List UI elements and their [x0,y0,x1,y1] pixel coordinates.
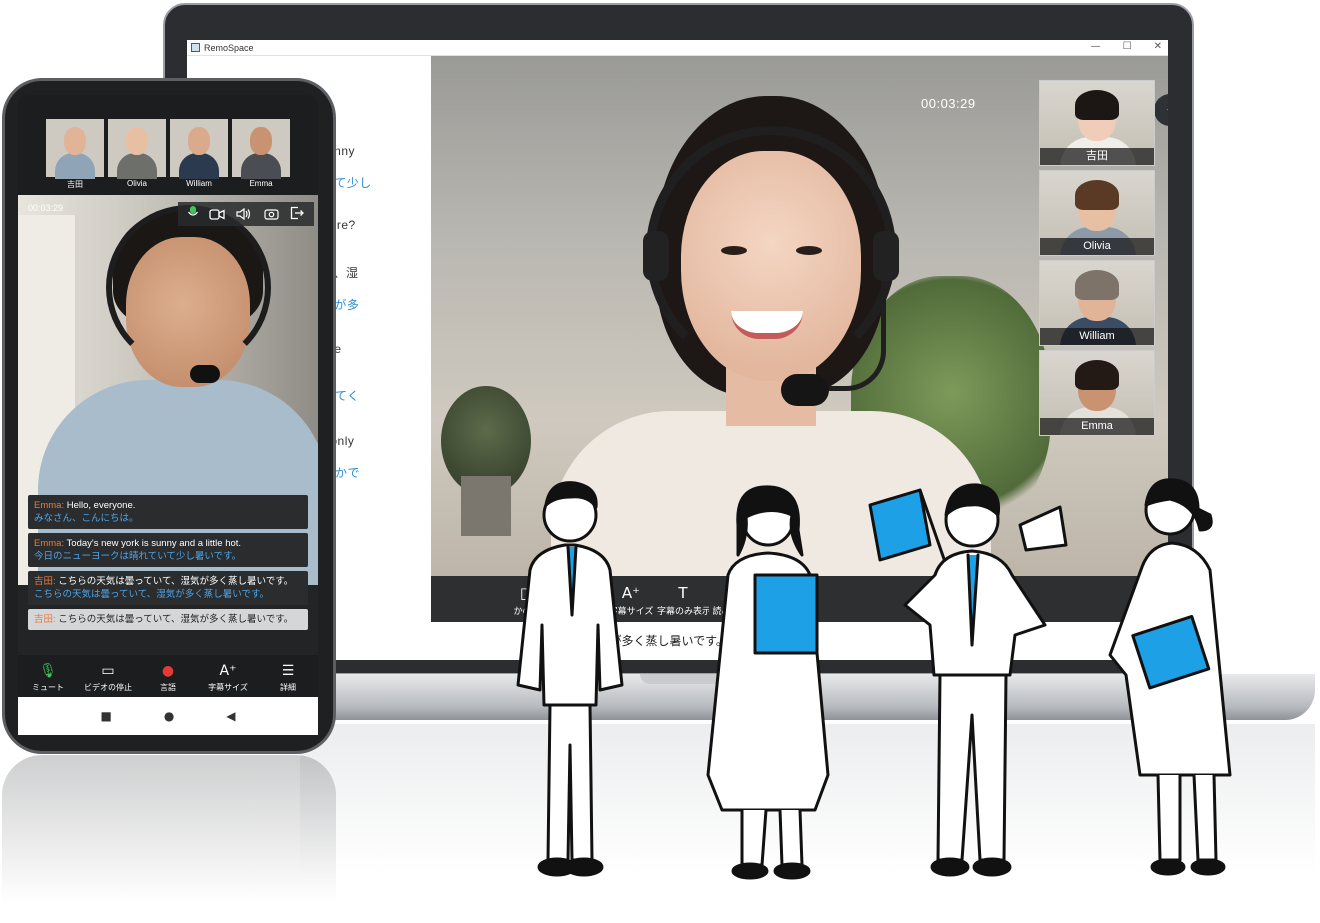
window-controls: — ☐ ✕ [1091,41,1162,52]
message-original: Today's new york is sunny and a little h… [64,538,242,549]
participant-name: 吉田 [67,180,83,189]
participant-body [117,153,157,179]
participant-name: 吉田 [1040,148,1154,165]
speaker-name: 吉田: [34,576,56,587]
home-button[interactable]: ● [164,709,174,723]
mic-icon[interactable] [187,205,198,224]
folder-woman-illustration [1108,478,1232,876]
message-translation: 今日のニューヨークは晴れていて少し暑いです。 [34,551,242,562]
participant-list: 吉田 Olivia William Emma [1039,80,1155,440]
back-button[interactable]: ◀ [226,709,235,723]
caption-message: Emma: Today's new york is sunny and a li… [28,533,308,567]
recents-button[interactable]: ■ [100,709,111,723]
camera-switch-icon[interactable] [264,205,279,224]
phone-toolbar-video-button[interactable]: ▭ ビデオの停止 [79,660,137,693]
record-icon: ● [161,662,175,679]
call-timer: 00:03:29 [921,96,976,111]
message-translation: こちらの天気は曇っていて、湿気が多く蒸し暑いです。 [34,589,270,600]
message-original: こちらの天気は曇っていて、湿気が多く蒸し暑いです。 [55,614,294,625]
headset-mic-arm [826,281,886,391]
participant-name: Olivia [1040,238,1154,255]
leave-icon[interactable] [290,205,305,224]
phone-participant-tile[interactable]: Emma [232,119,290,188]
headset-mic [190,365,220,383]
caption-message: 吉田: こちらの天気は曇っていて、湿気が多く蒸し暑いです。こちらの天気は曇ってい… [28,571,308,605]
speaker-name: Emma: [34,538,65,549]
video-icon: ▭ [101,662,115,679]
participant-name: Emma [249,179,273,188]
phone-toolbar-mic-button[interactable]: 🎙 ミュート [19,660,77,693]
toolbar-label: 詳細 [280,682,296,692]
participant-face [250,127,272,155]
businessman-illustration [516,481,624,877]
title-bar: RemoSpace — ☐ ✕ [187,40,1168,56]
participant-hair [1075,180,1119,210]
app-icon [191,43,200,52]
speaker-name: 吉田: [34,614,56,625]
phone-call-controls [178,202,314,226]
font-size-icon: A⁺ [219,662,237,679]
message-translation: みなさん、こんにちは。 [34,513,139,524]
minimize-button[interactable]: — [1091,41,1101,52]
illustrated-people [516,478,1232,880]
participant-face [126,127,148,155]
mic-icon[interactable] [1165,101,1168,119]
video-icon[interactable] [209,205,225,224]
phone-app: 吉田 Olivia William Emma 00:03:29 Emma: Hello… [18,95,318,735]
caption-message: 吉田: こちらの天気は曇っていて、湿気が多く蒸し暑いです。 [28,609,308,630]
participant-face [64,127,86,155]
participant-body [55,153,95,179]
headset-earcup [873,231,899,281]
speaker-icon[interactable] [236,205,252,224]
participant-name: William [186,179,212,188]
phone-toolbar-font-size-button[interactable]: A⁺ 字幕サイズ [199,660,257,693]
phone-bottom-toolbar: 🎙 ミュート ▭ ビデオの停止 ● 言語 A⁺ 字幕サイズ ☰ 詳細 [18,655,318,697]
phone-toolbar-record-button[interactable]: ● 言語 [139,660,197,693]
participant-hair [1075,270,1119,300]
participant-tile[interactable]: Olivia [1039,170,1155,256]
phone-participant-tile[interactable]: Olivia [108,119,166,188]
message-original: こちらの天気は曇っていて、湿気が多く蒸し暑いです。 [55,576,294,587]
phone-caption-list: Emma: Hello, everyone. みなさん、こんにちは。 Emma: T… [28,495,308,634]
participant-hair [1075,360,1119,390]
phone-participant-tile[interactable]: 吉田 [46,119,104,189]
participant-hair [1075,90,1119,120]
participant-body [179,153,219,179]
close-button[interactable]: ✕ [1154,41,1162,52]
mic-icon: 🎙 [39,662,57,679]
participant-name: Olivia [126,179,147,188]
phone-reflection [2,755,336,920]
participant-name: William [1040,328,1154,345]
call-controls [1154,94,1168,126]
plant-pot [461,476,511,536]
participant-body [241,153,281,179]
participant-tile[interactable]: 吉田 [1039,80,1155,166]
phone-participant-strip: 吉田 Olivia William Emma [18,95,318,195]
toolbar-label: ビデオの停止 [84,682,132,692]
caption-message: Emma: Hello, everyone. みなさん、こんにちは。 [28,495,308,529]
headset-mic [781,374,829,406]
window-title: RemoSpace [204,42,254,53]
toolbar-label: 言語 [160,682,176,692]
phone-toolbar-details-button[interactable]: ☰ 詳細 [259,660,317,693]
headset-band [106,205,271,370]
participant-tile[interactable]: William [1039,260,1155,346]
headset-earcup [643,231,669,281]
participant-face [188,127,210,155]
toolbar-label: 字幕サイズ [208,682,248,692]
speaker-name: Emma: [34,500,65,511]
toolbar-label: ミュート [32,682,64,692]
phone-call-timer: 00:03:29 [28,203,64,213]
maximize-button[interactable]: ☐ [1123,41,1132,52]
flag-man-illustration [868,483,1068,877]
details-icon: ☰ [281,662,295,679]
doctor-illustration [706,485,830,880]
android-nav-bar: ■ ● ◀ [18,697,318,735]
message-original: Hello, everyone. [64,500,136,511]
participant-name: Emma [1040,418,1154,435]
participant-tile[interactable]: Emma [1039,350,1155,436]
phone-participant-tile[interactable]: William [170,119,228,188]
